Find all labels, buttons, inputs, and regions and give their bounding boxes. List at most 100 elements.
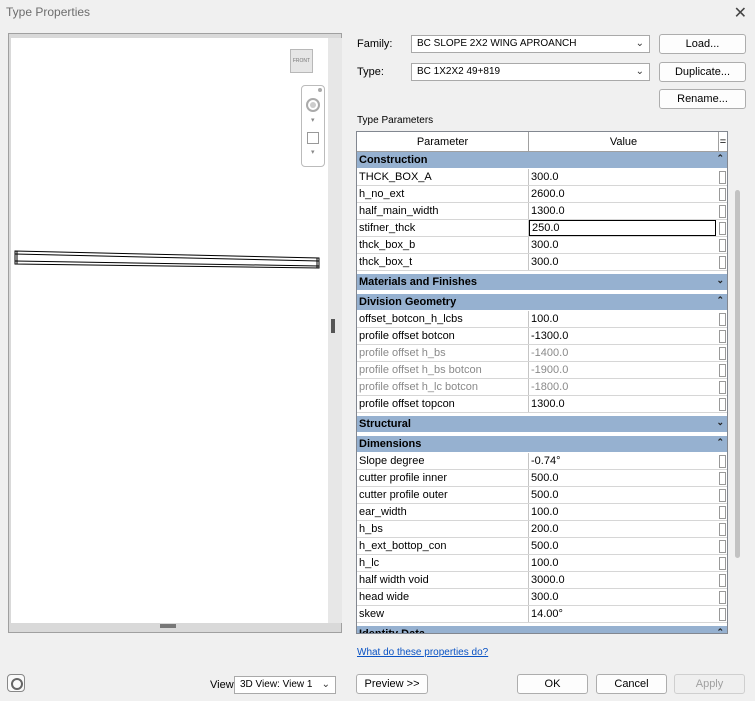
viewcube[interactable]: FRONT	[290, 49, 313, 73]
table-row[interactable]: h_ext_bottop_con 500.0	[357, 538, 727, 555]
group-header[interactable]: Identity Data ⌃	[357, 624, 727, 633]
table-row[interactable]: profile offset botcon -1300.0	[357, 328, 727, 345]
table-row[interactable]: half width void 3000.0	[357, 572, 727, 589]
ok-button[interactable]: OK	[517, 674, 588, 694]
close-icon[interactable]: ✕	[734, 3, 747, 23]
preview-scroll-handle[interactable]	[160, 624, 176, 628]
formula-button[interactable]	[719, 364, 726, 377]
parameter-value[interactable]: 500.0	[529, 470, 716, 486]
formula-column-header[interactable]: =	[719, 132, 727, 151]
family-select[interactable]: BC SLOPE 2X2 WING APROANCH ⌄	[411, 35, 650, 53]
preview-canvas[interactable]	[11, 38, 329, 623]
formula-button[interactable]	[719, 489, 726, 502]
parameter-value[interactable]: 200.0	[529, 521, 716, 537]
group-header[interactable]: Division Geometry ⌃	[357, 294, 727, 311]
parameter-value[interactable]: 500.0	[529, 538, 716, 554]
preview-button[interactable]: Preview >>	[356, 674, 428, 694]
chevron-down-icon[interactable]: ▾	[311, 148, 315, 156]
collapse-icon[interactable]: ⌃	[716, 434, 724, 451]
table-row[interactable]: h_lc 100.0	[357, 555, 727, 572]
formula-button[interactable]	[719, 205, 726, 218]
parameter-value[interactable]: 100.0	[529, 555, 716, 571]
parameter-value[interactable]: 1300.0	[529, 396, 716, 412]
formula-button[interactable]	[719, 171, 726, 184]
grid-scrollbar-thumb[interactable]	[735, 190, 740, 558]
type-select[interactable]: BC 1X2X2 49+819 ⌄	[411, 63, 650, 81]
parameter-value[interactable]: 100.0	[529, 311, 716, 327]
navbar-close-icon[interactable]	[318, 88, 322, 92]
table-row[interactable]: profile offset h_lc botcon -1800.0	[357, 379, 727, 396]
parameter-value[interactable]: 300.0	[529, 169, 716, 185]
cancel-button[interactable]: Cancel	[596, 674, 667, 694]
table-row[interactable]: half_main_width 1300.0	[357, 203, 727, 220]
help-link[interactable]: What do these properties do?	[357, 647, 488, 658]
steering-wheel-icon[interactable]	[306, 98, 320, 112]
formula-button[interactable]	[719, 506, 726, 519]
preview-toggle-icon[interactable]	[7, 674, 25, 692]
group-header[interactable]: Dimensions ⌃	[357, 436, 727, 453]
group-header[interactable]: Materials and Finishes ⌄	[357, 274, 727, 291]
table-row[interactable]: profile offset h_bs botcon -1900.0	[357, 362, 727, 379]
parameter-column-header[interactable]: Parameter	[357, 132, 529, 151]
duplicate-button[interactable]: Duplicate...	[659, 62, 746, 82]
parameter-value[interactable]: 300.0	[529, 237, 716, 253]
table-row[interactable]: THCK_BOX_A 300.0	[357, 169, 727, 186]
formula-button[interactable]	[719, 330, 726, 343]
expand-icon[interactable]: ⌄	[716, 272, 724, 289]
parameter-value[interactable]: 14.00°	[529, 606, 716, 622]
formula-button[interactable]	[719, 574, 726, 587]
table-row[interactable]: cutter profile outer 500.0	[357, 487, 727, 504]
parameter-value[interactable]: 100.0	[529, 504, 716, 520]
navigation-bar[interactable]: ▾ ▾	[301, 85, 325, 167]
parameter-value[interactable]: -1400.0	[529, 345, 716, 361]
apply-button[interactable]: Apply	[674, 674, 745, 694]
formula-button[interactable]	[719, 540, 726, 553]
table-row[interactable]: thck_box_t 300.0	[357, 254, 727, 271]
table-row[interactable]: thck_box_b 300.0	[357, 237, 727, 254]
table-row[interactable]: ear_width 100.0	[357, 504, 727, 521]
formula-button[interactable]	[719, 347, 726, 360]
table-row[interactable]: cutter profile inner 500.0	[357, 470, 727, 487]
type-parameters-grid[interactable]: Parameter Value = Construction ⌃ THCK_BOX_…	[356, 131, 728, 634]
parameter-value[interactable]: 500.0	[529, 487, 716, 503]
expand-icon[interactable]: ⌄	[716, 414, 724, 431]
value-column-header[interactable]: Value	[529, 132, 719, 151]
parameter-value[interactable]: -1800.0	[529, 379, 716, 395]
parameter-value[interactable]: 1300.0	[529, 203, 716, 219]
parameter-value[interactable]: 2600.0	[529, 186, 716, 202]
table-row[interactable]: offset_botcon_h_lcbs 100.0	[357, 311, 727, 328]
table-row[interactable]: skew 14.00°	[357, 606, 727, 623]
parameter-value[interactable]: 300.0	[529, 254, 716, 270]
collapse-icon[interactable]: ⌃	[716, 292, 724, 309]
parameter-value[interactable]: -1300.0	[529, 328, 716, 344]
group-header[interactable]: Construction ⌃	[357, 152, 727, 169]
zoom-icon[interactable]	[307, 132, 319, 144]
table-row[interactable]: profile offset h_bs -1400.0	[357, 345, 727, 362]
table-row[interactable]: Slope degree -0.74°	[357, 453, 727, 470]
table-row[interactable]: stifner_thck 250.0	[357, 220, 727, 237]
formula-button[interactable]	[719, 608, 726, 621]
table-row[interactable]: h_no_ext 2600.0	[357, 186, 727, 203]
chevron-down-icon[interactable]: ▾	[311, 116, 315, 124]
formula-button[interactable]	[719, 256, 726, 269]
splitter-handle[interactable]	[331, 319, 335, 333]
collapse-icon[interactable]: ⌃	[716, 150, 724, 167]
formula-button[interactable]	[719, 188, 726, 201]
parameter-value[interactable]: 250.0	[529, 220, 716, 236]
load-button[interactable]: Load...	[659, 34, 746, 54]
parameter-value[interactable]: -0.74°	[529, 453, 716, 469]
formula-button[interactable]	[719, 239, 726, 252]
collapse-icon[interactable]: ⌃	[716, 624, 724, 633]
parameter-value[interactable]: 3000.0	[529, 572, 716, 588]
formula-button[interactable]	[719, 472, 726, 485]
parameter-value[interactable]: 300.0	[529, 589, 716, 605]
formula-button[interactable]	[719, 523, 726, 536]
formula-button[interactable]	[719, 313, 726, 326]
table-row[interactable]: head wide 300.0	[357, 589, 727, 606]
formula-button[interactable]	[719, 398, 726, 411]
formula-button[interactable]	[719, 557, 726, 570]
view-select[interactable]: 3D View: View 1 ⌄	[234, 676, 336, 694]
formula-button[interactable]	[719, 591, 726, 604]
table-row[interactable]: h_bs 200.0	[357, 521, 727, 538]
formula-button[interactable]	[719, 381, 726, 394]
